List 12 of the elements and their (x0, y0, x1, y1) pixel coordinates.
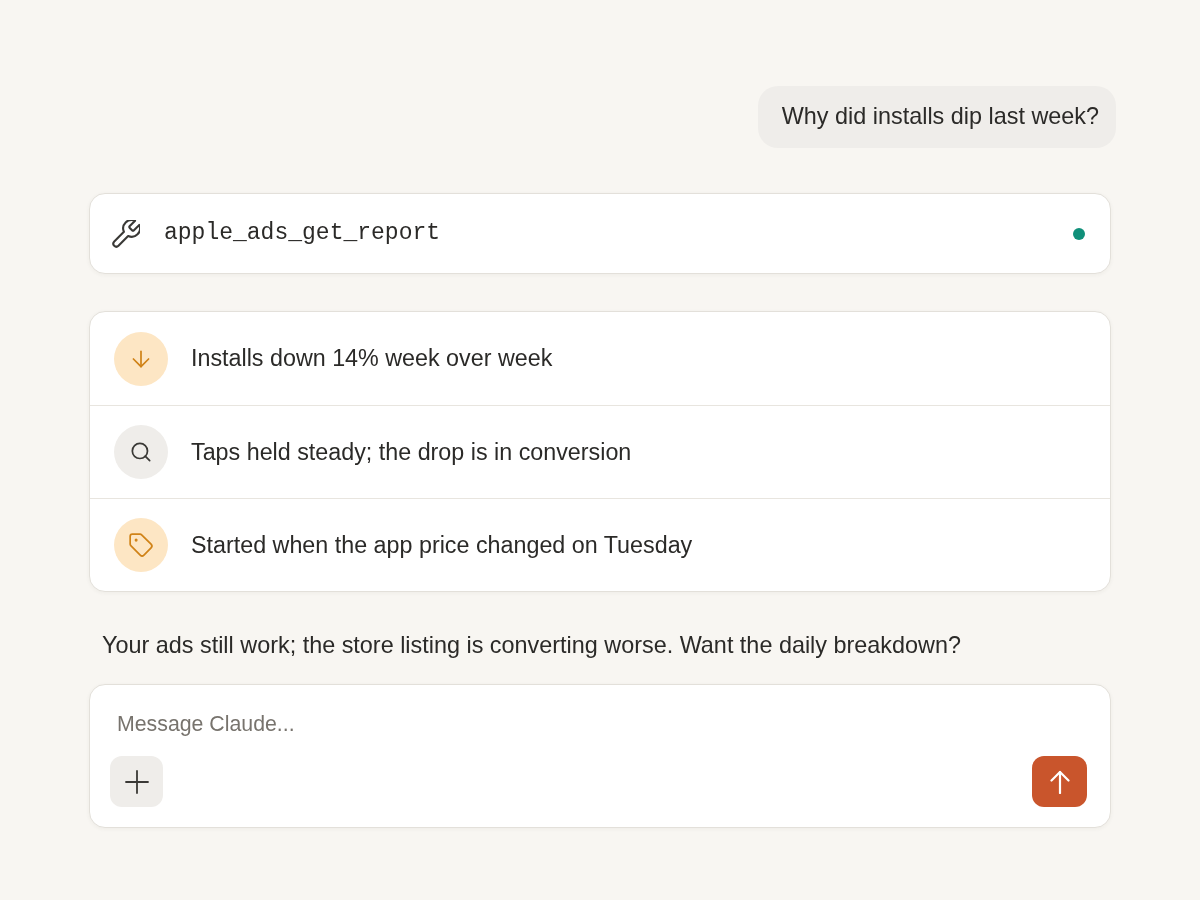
assistant-reply-text: Your ads still work; the store listing is converting worse. Want the daily breakdown? (102, 631, 962, 660)
add-button[interactable] (110, 756, 163, 807)
finding-text: Taps held steady; the drop is in conversion (191, 437, 632, 467)
arrow-up-icon (1049, 769, 1070, 794)
finding-text: Started when the app price changed on Tuesday (191, 530, 693, 560)
user-message-bubble: Why did installs dip last week? (757, 86, 1116, 148)
message-input[interactable]: Message Claude... (110, 709, 1087, 741)
plus-icon (124, 769, 149, 794)
finding-text: Installs down 14% week over week (191, 344, 553, 374)
wrench-icon (112, 219, 140, 248)
tool-name: apple_ads_get_report (164, 219, 442, 249)
send-button[interactable] (1032, 756, 1087, 807)
